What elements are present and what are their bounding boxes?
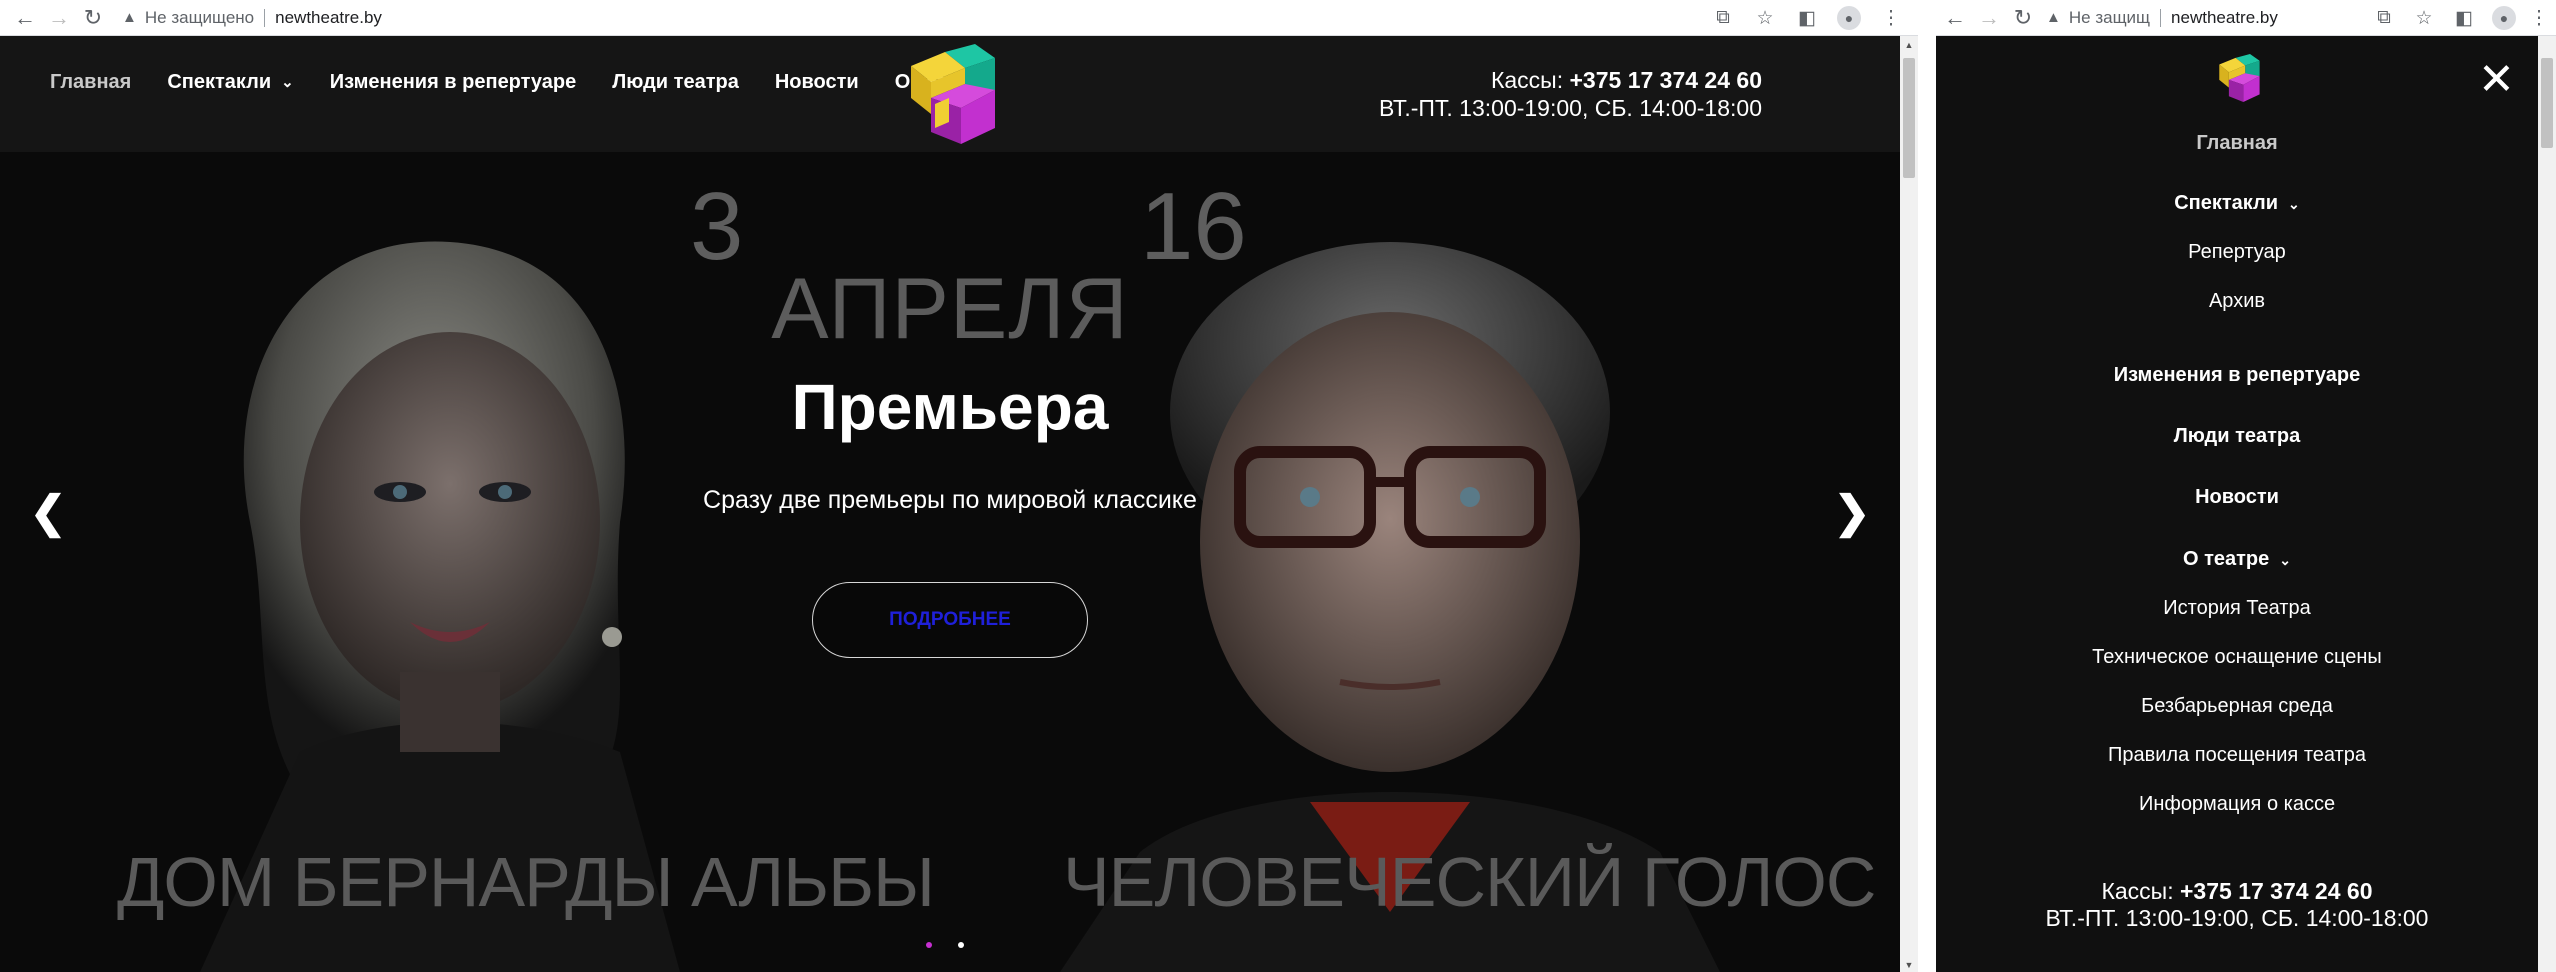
nav-news[interactable]: Новости bbox=[775, 71, 859, 94]
mobile-nav-stage-equipment[interactable]: Техническое оснащение сцены bbox=[1936, 646, 2538, 669]
forward-arrow-icon[interactable]: → bbox=[1972, 0, 2006, 36]
bookmark-star-icon[interactable]: ☆ bbox=[2404, 0, 2444, 36]
slider-dots bbox=[926, 942, 990, 948]
nav-repertoire-changes[interactable]: Изменения в репертуаре bbox=[330, 71, 577, 94]
close-menu-icon[interactable]: ✕ bbox=[2478, 58, 2515, 102]
mobile-nav-news[interactable]: Новости bbox=[1936, 486, 2538, 509]
mobile-nav-repertoire[interactable]: Репертуар bbox=[1936, 241, 2538, 264]
mobile-menu-panel: ✕ Главная Спектакли ⌄ Репертуар Архив Изм… bbox=[1936, 36, 2538, 972]
mobile-nav-visiting-rules[interactable]: Правила посещения театра bbox=[1936, 744, 2538, 767]
window-gap bbox=[1918, 0, 1936, 972]
slider-dot-2[interactable] bbox=[958, 942, 964, 948]
address-separator bbox=[264, 8, 266, 27]
forward-arrow-icon[interactable]: → bbox=[42, 0, 76, 36]
mobile-nav-about[interactable]: О театре ⌄ bbox=[1936, 548, 2538, 571]
box-office-phone[interactable]: +375 17 374 24 60 bbox=[2180, 878, 2373, 904]
scrollbar-thumb[interactable] bbox=[1903, 58, 1915, 178]
chevron-down-icon: ⌄ bbox=[281, 74, 294, 91]
box-office-prefix: Кассы: bbox=[1490, 67, 1570, 93]
menu-kebab-icon[interactable]: ⋮ bbox=[1870, 0, 1912, 36]
hero-slider: 3 16 АПРЕЛЯ Премьера Сразу две премьеры … bbox=[0, 152, 1900, 972]
profile-icon[interactable]: ● bbox=[1828, 0, 1870, 36]
back-arrow-icon[interactable]: ← bbox=[8, 0, 42, 36]
menu-kebab-icon[interactable]: ⋮ bbox=[2524, 0, 2554, 36]
address-bar[interactable]: ▲ Не защищ newtheatre.by bbox=[2040, 3, 2284, 33]
site-header: Главная Спектакли ⌄ Изменения в репертуар… bbox=[0, 36, 1900, 152]
warning-icon: ▲ bbox=[2046, 9, 2061, 26]
side-panel-icon[interactable]: ◧ bbox=[1786, 0, 1828, 36]
mobile-scrollbar[interactable] bbox=[2538, 36, 2556, 972]
play-title-right: ЧЕЛОВЕЧЕСКИЙ ГОЛОС bbox=[1063, 843, 1876, 921]
bookmark-star-icon[interactable]: ☆ bbox=[1744, 0, 1786, 36]
browser-window-mobile: ← → ↻ ▲ Не защищ newtheatre.by ⧉ ☆ ◧ ● ⋮ bbox=[1936, 0, 2556, 972]
box-office-hours: ВТ.-ПТ. 13:00-19:00, СБ. 14:00-18:00 bbox=[1379, 95, 1762, 121]
browser-toolbar: ← → ↻ ▲ Не защищено newtheatre.by ⧉ ☆ ◧ … bbox=[0, 0, 1918, 36]
warning-icon: ▲ bbox=[122, 9, 137, 26]
box-office-phone[interactable]: +375 17 374 24 60 bbox=[1570, 67, 1763, 93]
box-office-prefix: Кассы: bbox=[2101, 878, 2180, 904]
back-arrow-icon[interactable]: ← bbox=[1938, 0, 1972, 36]
security-label: Не защищ bbox=[2068, 7, 2151, 27]
slider-next-arrow-icon[interactable]: ❯ bbox=[1832, 482, 1872, 542]
scroll-down-arrow-icon[interactable]: ▼ bbox=[1900, 960, 1918, 970]
nav-people[interactable]: Люди театра bbox=[612, 71, 739, 94]
browser-toolbar-mobile: ← → ↻ ▲ Не защищ newtheatre.by ⧉ ☆ ◧ ● ⋮ bbox=[1936, 0, 2556, 36]
mobile-nav-home[interactable]: Главная bbox=[1936, 132, 2538, 155]
mobile-nav-repertoire-changes[interactable]: Изменения в репертуаре bbox=[1936, 364, 2538, 387]
reload-icon[interactable]: ↻ bbox=[76, 0, 110, 36]
side-panel-icon[interactable]: ◧ bbox=[2444, 0, 2484, 36]
mobile-box-office-contacts: Кассы: +375 17 374 24 60 ВТ.-ПТ. 13:00-1… bbox=[1936, 878, 2538, 932]
date-month: АПРЕЛЯ bbox=[771, 261, 1129, 357]
mobile-nav-performances[interactable]: Спектакли ⌄ bbox=[1936, 192, 2538, 215]
theatre-logo-icon[interactable] bbox=[905, 44, 995, 144]
address-separator bbox=[2160, 8, 2162, 27]
mobile-nav-performances-label: Спектакли bbox=[2174, 192, 2279, 214]
mobile-nav-about-label: О театре bbox=[2182, 548, 2270, 570]
nav-performances[interactable]: Спектакли ⌄ bbox=[167, 71, 293, 94]
mobile-nav-archive[interactable]: Архив bbox=[1936, 290, 2538, 313]
chevron-down-icon[interactable]: ⌄ bbox=[2279, 552, 2291, 568]
url-text: newtheatre.by bbox=[2171, 7, 2278, 27]
nav-performances-label: Спектакли bbox=[167, 70, 272, 93]
play-title-left: ДОМ БЕРНАРДЫ АЛЬБЫ bbox=[117, 843, 935, 921]
share-icon[interactable]: ⧉ bbox=[1702, 0, 1744, 36]
mobile-nav-history[interactable]: История Театра bbox=[1936, 597, 2538, 620]
scroll-up-arrow-icon[interactable]: ▲ bbox=[1900, 40, 1918, 50]
reload-icon[interactable]: ↻ bbox=[2006, 0, 2040, 36]
hero-subtitle: Сразу две премьеры по мировой классике bbox=[703, 486, 1197, 514]
mobile-nav-accessibility[interactable]: Безбарьерная среда bbox=[1936, 695, 2538, 718]
theatre-logo-icon[interactable] bbox=[2216, 54, 2260, 102]
mobile-nav-box-office-info[interactable]: Информация о кассе bbox=[1936, 793, 2538, 816]
scrollbar-thumb[interactable] bbox=[2541, 58, 2553, 148]
url-text: newtheatre.by bbox=[275, 7, 382, 27]
slider-dot-1[interactable] bbox=[926, 942, 932, 948]
box-office-hours: ВТ.-ПТ. 13:00-19:00, СБ. 14:00-18:00 bbox=[2045, 905, 2429, 931]
hero-heading: Премьера bbox=[791, 371, 1109, 443]
slider-prev-arrow-icon[interactable]: ❮ bbox=[28, 482, 68, 542]
mobile-nav-people[interactable]: Люди театра bbox=[1936, 425, 2538, 448]
more-details-button[interactable]: ПОДРОБНЕЕ bbox=[812, 582, 1088, 658]
chevron-down-icon[interactable]: ⌄ bbox=[2288, 196, 2300, 212]
security-label: Не защищено bbox=[144, 7, 255, 27]
browser-window-main: ← → ↻ ▲ Не защищено newtheatre.by ⧉ ☆ ◧ … bbox=[0, 0, 1918, 972]
box-office-contacts: Кассы: +375 17 374 24 60 ВТ.-ПТ. 13:00-1… bbox=[1379, 66, 1762, 122]
nav-home[interactable]: Главная bbox=[50, 71, 131, 94]
address-bar[interactable]: ▲ Не защищено newtheatre.by bbox=[110, 3, 394, 33]
share-icon[interactable]: ⧉ bbox=[2364, 0, 2404, 36]
page-scrollbar[interactable]: ▲ ▼ bbox=[1900, 36, 1918, 972]
profile-icon[interactable]: ● bbox=[2484, 0, 2524, 36]
